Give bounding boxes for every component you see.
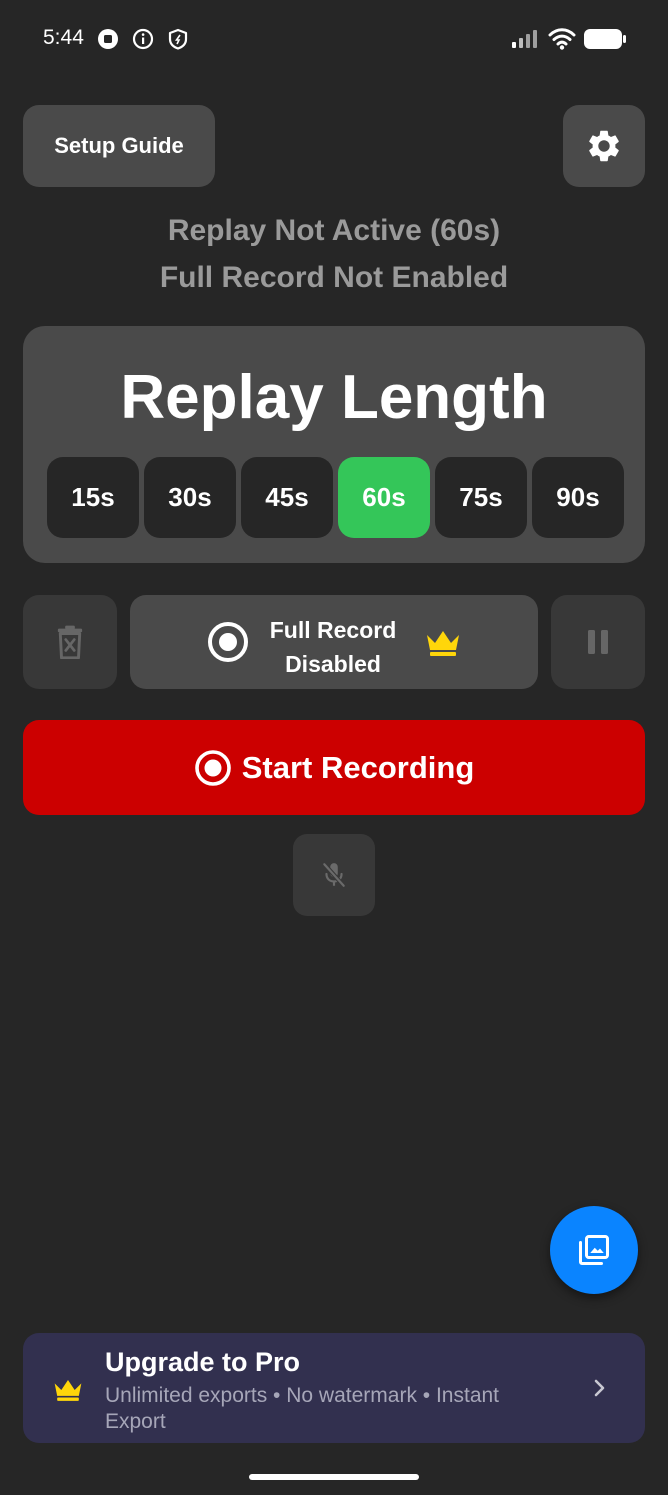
record-icon bbox=[208, 622, 248, 662]
signal-icon bbox=[512, 30, 537, 48]
gallery-button[interactable] bbox=[550, 1206, 638, 1294]
battery-icon bbox=[584, 29, 626, 49]
stop-circle-icon bbox=[98, 29, 118, 49]
length-option-75s[interactable]: 75s bbox=[435, 457, 527, 538]
gear-icon bbox=[589, 130, 619, 162]
status-time: 5:44 bbox=[43, 26, 84, 49]
length-option-45s[interactable]: 45s bbox=[241, 457, 333, 538]
gallery-icon bbox=[579, 1235, 609, 1265]
settings-button[interactable] bbox=[563, 105, 645, 187]
full-record-toggle[interactable]: Full Record Disabled bbox=[130, 595, 538, 689]
replay-status-text: Replay Not Active (60s) bbox=[167, 214, 501, 247]
mic-toggle-button[interactable] bbox=[293, 834, 375, 916]
shield-icon bbox=[168, 28, 188, 50]
crown-icon bbox=[54, 1380, 82, 1401]
start-recording-button[interactable]: Start Recording bbox=[23, 720, 645, 815]
full-record-status-text: Full Record Not Enabled bbox=[159, 261, 509, 294]
crown-icon bbox=[427, 631, 459, 656]
upgrade-subtitle: Unlimited exports • No watermark • Insta… bbox=[105, 1384, 500, 1433]
start-recording-label: Start Recording bbox=[241, 749, 475, 785]
trash-icon bbox=[57, 625, 83, 659]
length-option-15s[interactable]: 15s bbox=[47, 457, 139, 538]
replay-length-card: Replay Length 15s 30s 45s 60s 75s 90s bbox=[23, 326, 645, 563]
upgrade-pro-banner[interactable]: Upgrade to Pro Unlimited exports • No wa… bbox=[23, 1333, 645, 1443]
full-record-label: Full Record Disabled bbox=[269, 617, 397, 677]
wifi-icon bbox=[548, 28, 576, 50]
pause-icon bbox=[588, 630, 608, 654]
status-bar: 5:44 bbox=[0, 0, 668, 80]
record-icon bbox=[194, 749, 231, 786]
pause-button[interactable] bbox=[551, 595, 645, 689]
upgrade-title: Upgrade to Pro bbox=[105, 1347, 301, 1377]
replay-length-options: 15s 30s 45s 60s 75s 90s bbox=[47, 457, 624, 538]
length-option-90s[interactable]: 90s bbox=[532, 457, 624, 538]
app-screen: 5:44 Setup Guide Replay Not Active (60s)… bbox=[0, 0, 668, 1495]
setup-guide-button[interactable]: Setup Guide bbox=[23, 105, 215, 187]
chevron-right-icon bbox=[594, 1379, 605, 1397]
mic-off-icon bbox=[322, 862, 346, 888]
home-indicator[interactable] bbox=[249, 1474, 419, 1480]
length-option-30s[interactable]: 30s bbox=[144, 457, 236, 538]
length-option-60s[interactable]: 60s bbox=[338, 457, 430, 538]
delete-button[interactable] bbox=[23, 595, 117, 689]
info-icon bbox=[132, 28, 154, 50]
replay-length-title: Replay Length bbox=[120, 363, 548, 432]
